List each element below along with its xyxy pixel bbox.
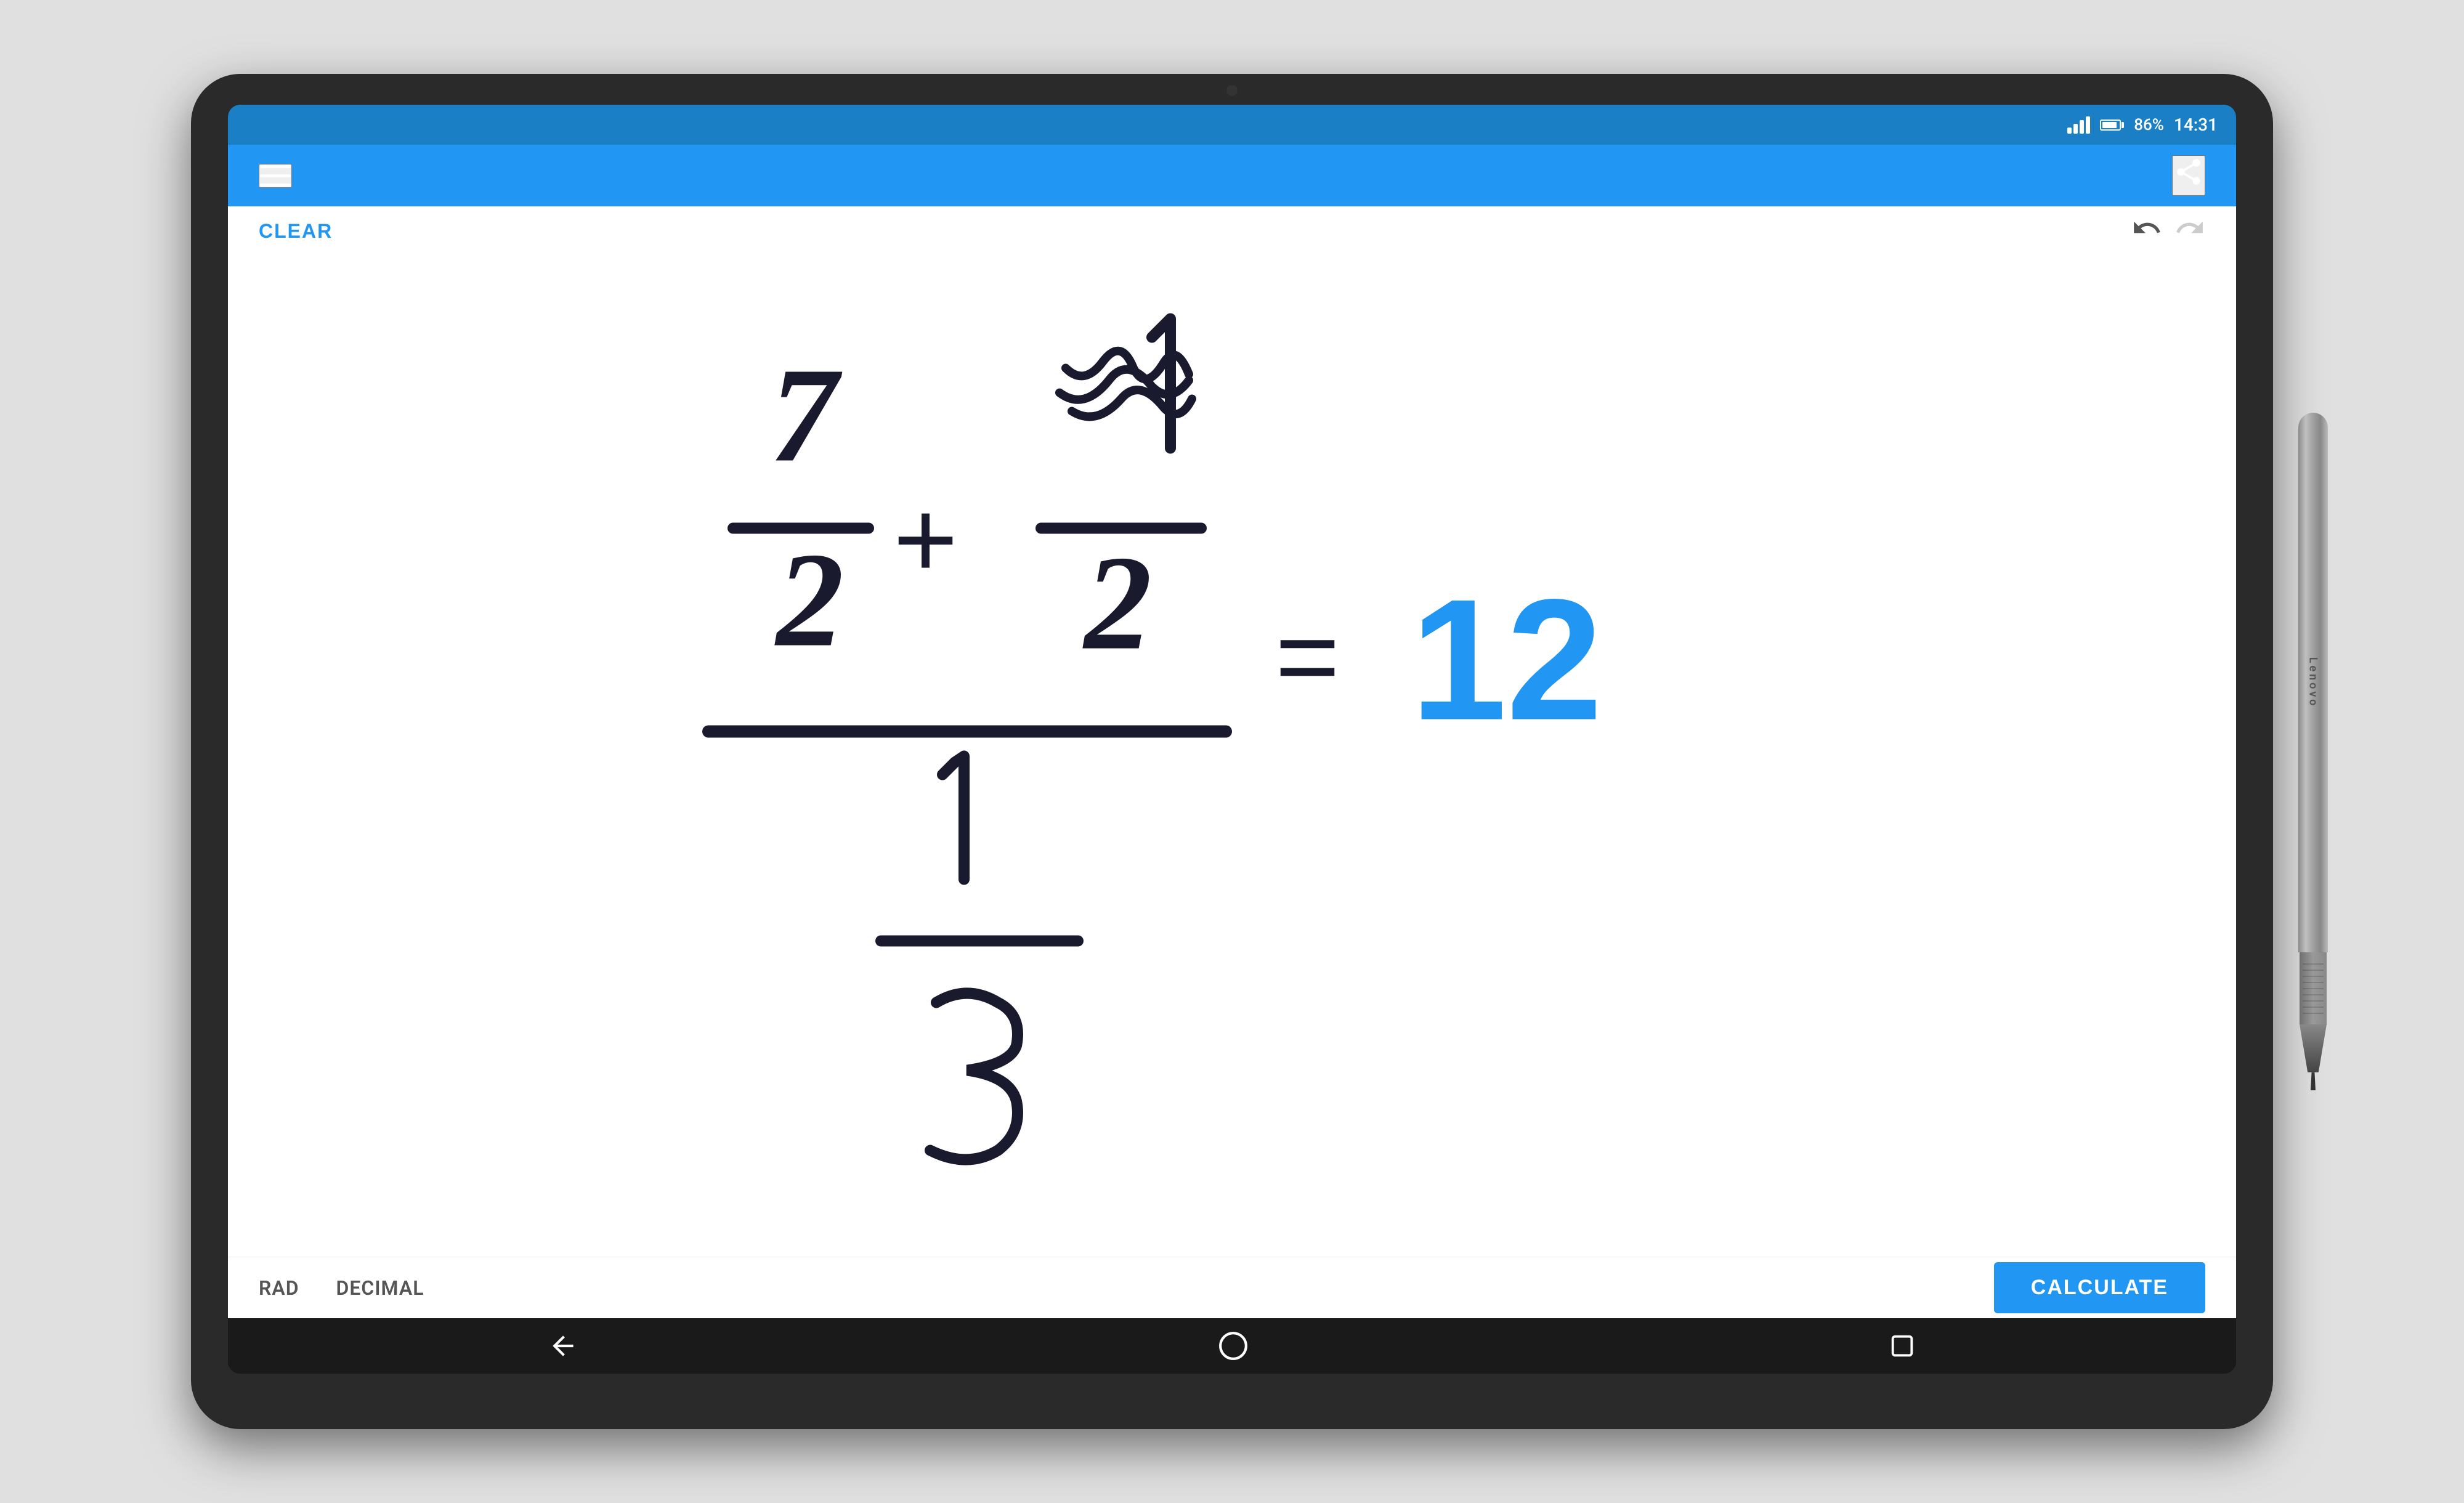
hamburger-menu-button[interactable] bbox=[259, 164, 292, 188]
nav-bar bbox=[228, 1318, 2236, 1374]
back-button[interactable] bbox=[548, 1331, 578, 1361]
bottom-bar: RAD DECIMAL CALCULATE bbox=[228, 1257, 2236, 1318]
time-display: 14:31 bbox=[2174, 115, 2218, 135]
stylus-body: Lenovo bbox=[2298, 413, 2328, 952]
camera bbox=[1226, 85, 1238, 96]
home-button[interactable] bbox=[1218, 1331, 1249, 1361]
app-bar bbox=[228, 145, 2236, 206]
status-bar: 86% 14:31 bbox=[228, 105, 2236, 145]
undo-redo-group bbox=[2131, 213, 2205, 250]
main-content: CLEAR bbox=[228, 206, 2236, 1318]
handwriting-canvas[interactable]: 7 2 + bbox=[228, 256, 2236, 1257]
svg-text:2: 2 bbox=[774, 525, 844, 675]
share-button[interactable] bbox=[2172, 155, 2205, 196]
svg-text:=: = bbox=[1275, 595, 1340, 719]
screen: 86% 14:31 bbox=[228, 105, 2236, 1374]
status-right: 86% 14:31 bbox=[2067, 115, 2218, 135]
battery-icon bbox=[2100, 120, 2124, 131]
recent-button[interactable] bbox=[1888, 1332, 1916, 1360]
svg-text:2: 2 bbox=[1082, 528, 1152, 678]
svg-text:12: 12 bbox=[1411, 564, 1602, 756]
rad-mode-label: RAD bbox=[259, 1276, 299, 1300]
redo-button[interactable] bbox=[2174, 213, 2205, 250]
undo-button[interactable] bbox=[2131, 213, 2162, 250]
scene: 86% 14:31 bbox=[92, 43, 2372, 1460]
svg-text:7: 7 bbox=[770, 340, 843, 490]
stylus-brand-label: Lenovo bbox=[2307, 657, 2320, 708]
crossed-out-numerator bbox=[1060, 319, 1192, 448]
toolbar: CLEAR bbox=[228, 206, 2236, 256]
mode-labels: RAD DECIMAL bbox=[259, 1276, 424, 1300]
signal-icon bbox=[2067, 116, 2090, 134]
stylus-pen: Lenovo bbox=[2295, 413, 2332, 1090]
canvas-area[interactable]: 7 2 + bbox=[228, 256, 2236, 1257]
stylus-grip bbox=[2300, 952, 2327, 1024]
calculate-button[interactable]: CALCULATE bbox=[1994, 1262, 2205, 1313]
clear-button[interactable]: CLEAR bbox=[259, 220, 333, 243]
svg-text:+: + bbox=[893, 478, 958, 602]
decimal-mode-label: DECIMAL bbox=[336, 1276, 424, 1300]
battery-percent: 86% bbox=[2134, 116, 2164, 134]
stylus-point bbox=[2311, 1072, 2316, 1090]
tablet-device: 86% 14:31 bbox=[191, 74, 2273, 1429]
stylus-tip bbox=[2300, 1024, 2327, 1072]
